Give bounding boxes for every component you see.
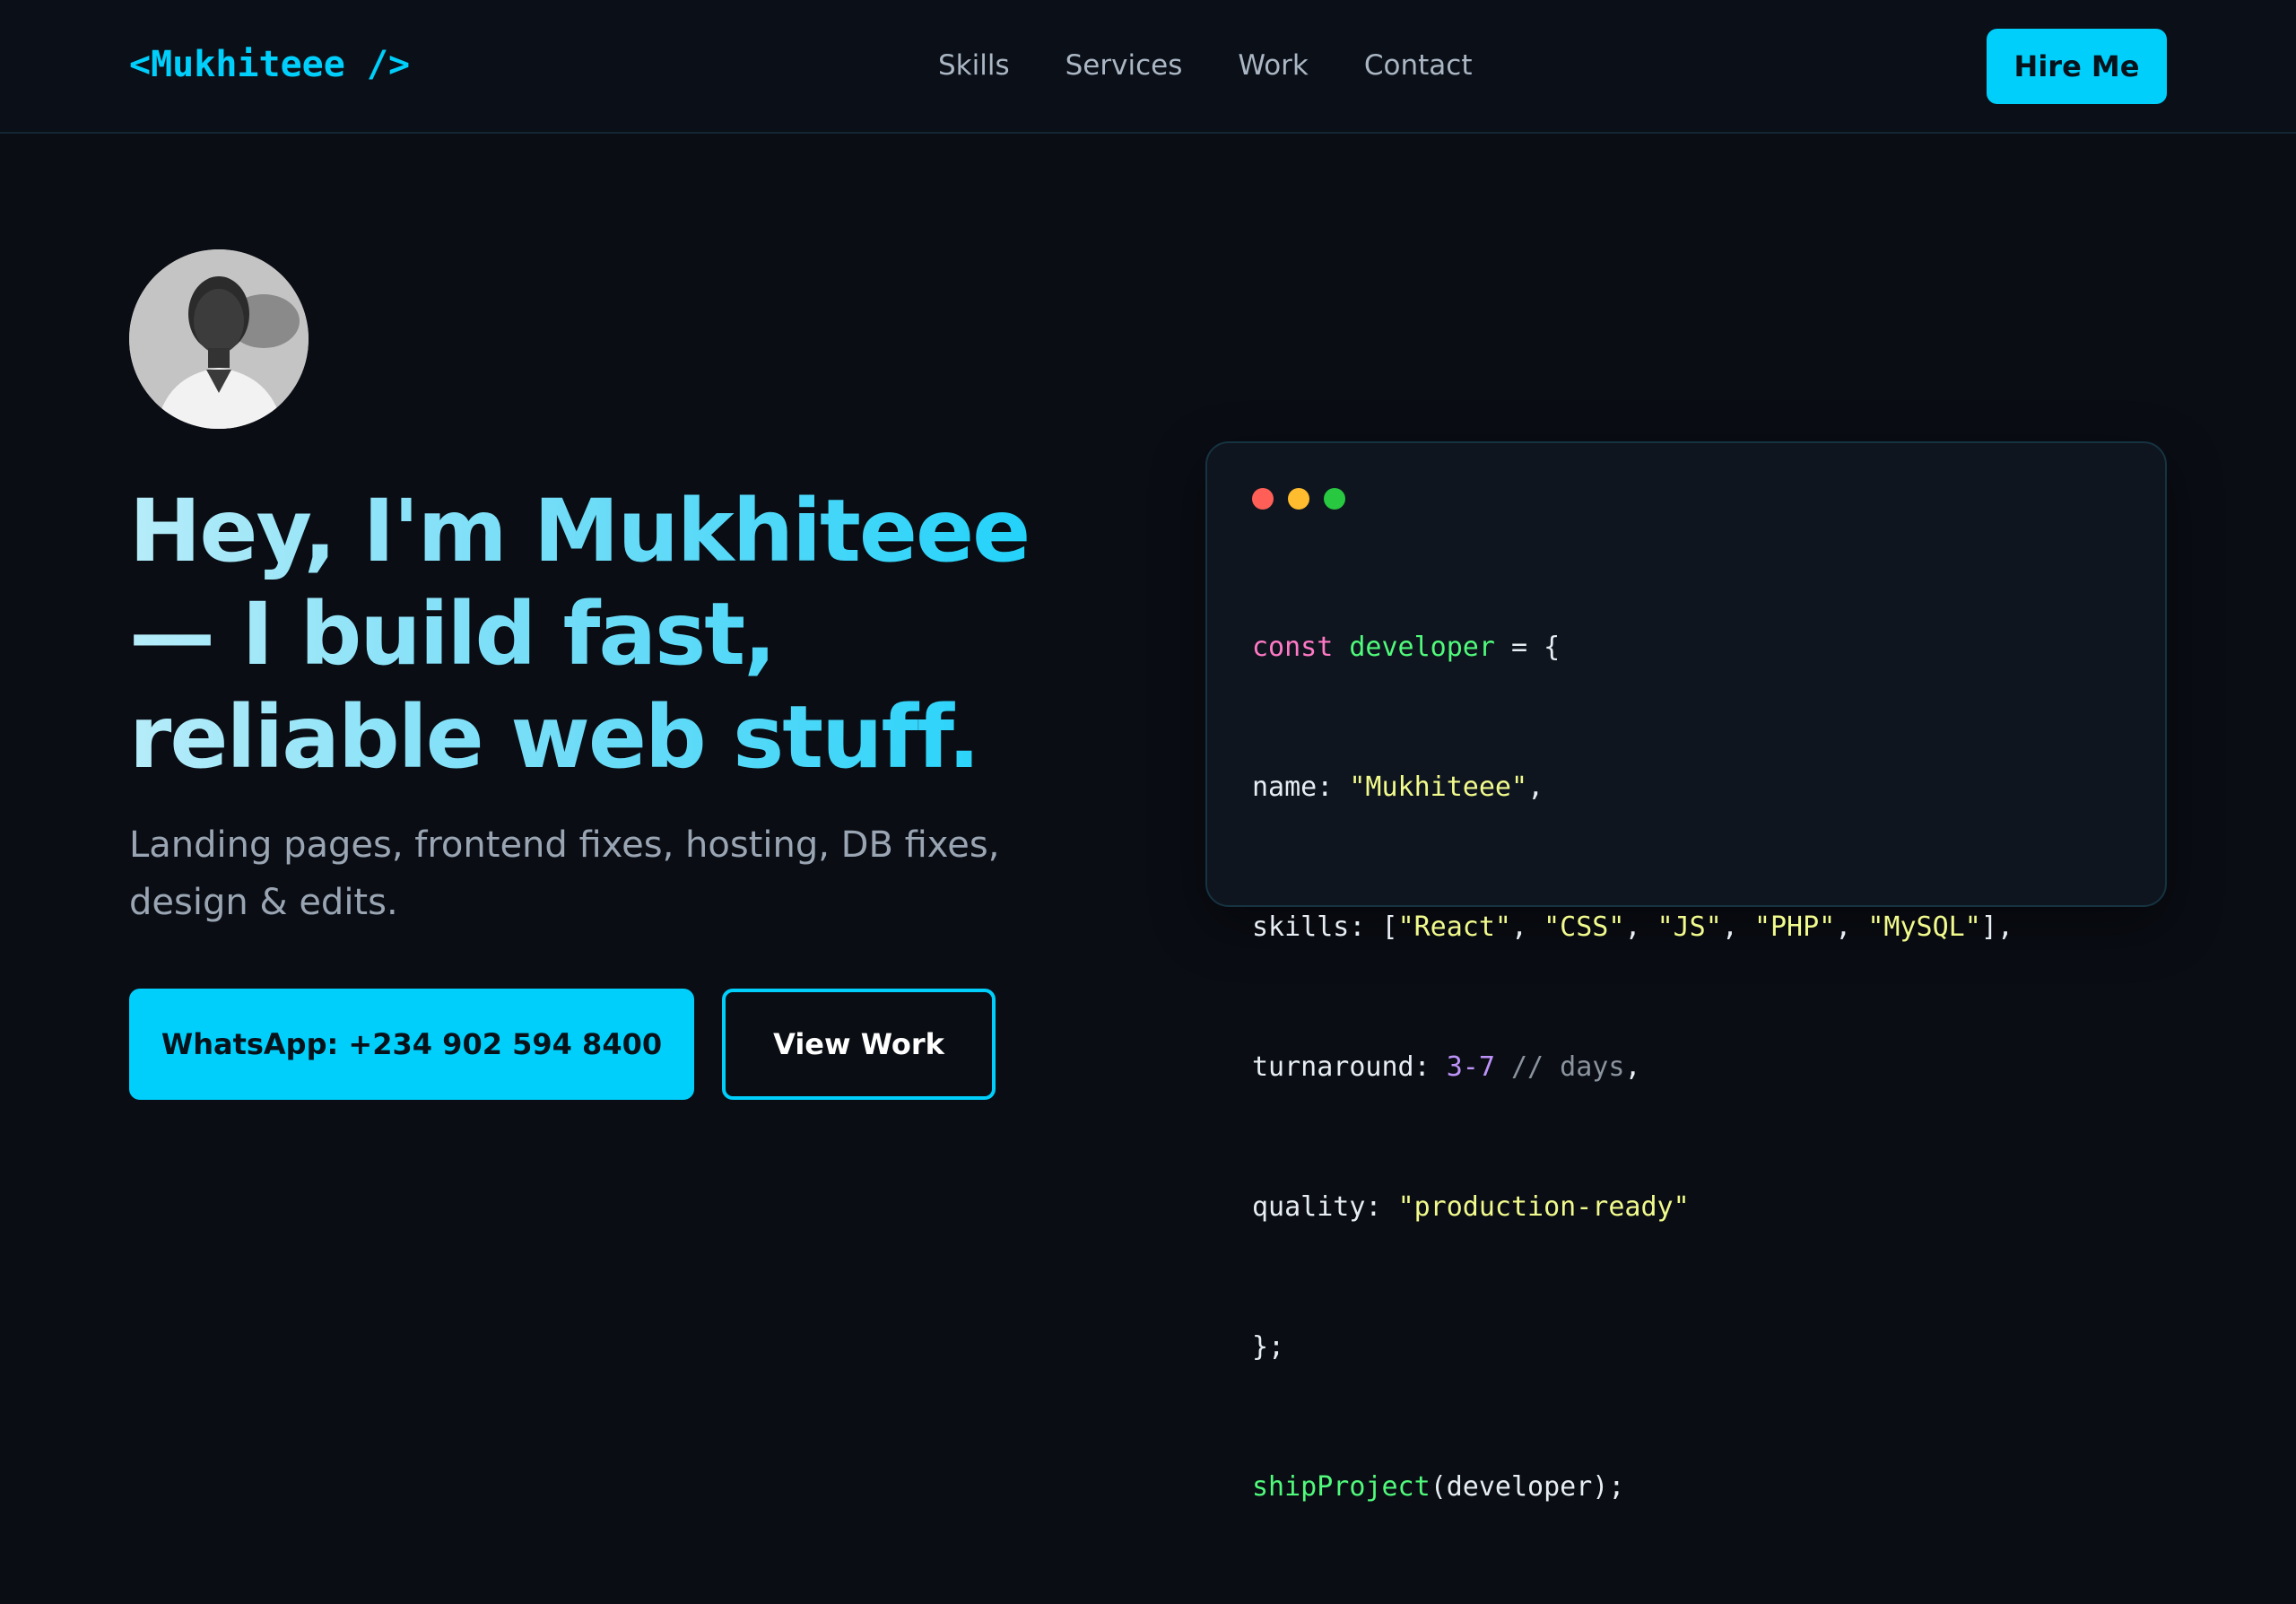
- minimize-dot-icon: [1288, 488, 1309, 510]
- hero-subtitle: Landing pages, frontend fixes, hosting, …: [129, 824, 1000, 923]
- code-string: "PHP": [1753, 911, 1836, 943]
- code-number: 3-7: [1446, 1051, 1495, 1083]
- code-line-6: };: [1252, 1324, 2013, 1371]
- code-string: "MySQL": [1867, 911, 1981, 943]
- code-punct: };: [1252, 1331, 1285, 1363]
- code-identifier: developer: [1349, 632, 1495, 663]
- code-line-5: quality: "production-ready": [1252, 1184, 2013, 1231]
- code-punct: = {: [1494, 632, 1561, 663]
- main-nav: Skills Services Work Contact: [938, 45, 1472, 86]
- code-line-4: turnaround: 3-7 // days,: [1252, 1044, 2013, 1091]
- code-key: quality:: [1252, 1191, 1398, 1223]
- code-punct: ,: [1511, 911, 1544, 943]
- code-string: "JS": [1657, 911, 1722, 943]
- nav-link-services[interactable]: Services: [1065, 49, 1183, 82]
- code-string: "React": [1397, 911, 1511, 943]
- nav-link-skills[interactable]: Skills: [938, 49, 1010, 82]
- code-comment: // days: [1494, 1051, 1625, 1083]
- code-line-1: const developer = {: [1252, 624, 2013, 671]
- code-line-2: name: "Mukhiteee",: [1252, 764, 2013, 811]
- avatar: [129, 249, 309, 429]
- logo[interactable]: <Mukhiteee />: [129, 41, 410, 88]
- maximize-dot-icon: [1324, 488, 1345, 510]
- code-line-7: shipProject(developer);: [1252, 1464, 2013, 1511]
- code-card: const developer = { name: "Mukhiteee", s…: [1205, 441, 2167, 1503]
- code-string: "production-ready": [1397, 1191, 1690, 1223]
- window-controls: [1252, 488, 1345, 510]
- code-keyword: const: [1252, 632, 1334, 663]
- code-punct: ,: [1835, 911, 1868, 943]
- code-line-3: skills: ["React", "CSS", "JS", "PHP", "M…: [1252, 904, 2013, 951]
- code-string: "Mukhiteee": [1349, 771, 1528, 803]
- code-punct: ,: [1624, 1051, 1641, 1083]
- nav-link-work[interactable]: Work: [1238, 49, 1309, 82]
- whatsapp-button[interactable]: WhatsApp: +234 902 594 8400: [129, 989, 694, 1100]
- code-key: skills: [: [1252, 911, 1398, 943]
- code-key: name:: [1252, 771, 1350, 803]
- code-punct: ,: [1624, 911, 1657, 943]
- code-string: "CSS": [1544, 911, 1625, 943]
- code-key: turnaround:: [1252, 1051, 1447, 1083]
- code-function-call: shipProject: [1252, 1471, 1431, 1503]
- code-block: const developer = { name: "Mukhiteee", s…: [1252, 531, 2013, 1604]
- close-dot-icon: [1252, 488, 1274, 510]
- site-header: <Mukhiteee /> Skills Services Work Conta…: [0, 0, 2296, 134]
- hire-me-button[interactable]: Hire Me: [1987, 29, 2167, 104]
- nav-link-contact[interactable]: Contact: [1364, 49, 1473, 82]
- code-punct: (developer);: [1430, 1471, 1625, 1503]
- view-work-button[interactable]: View Work: [722, 989, 996, 1100]
- code-punct: ,: [1527, 771, 1544, 803]
- code-punct: ,: [1721, 911, 1754, 943]
- hero-title: Hey, I'm Mukhiteee — I build fast, relia…: [129, 480, 1125, 789]
- code-punct: ],: [1980, 911, 2013, 943]
- avatar-photo-icon: [129, 249, 309, 429]
